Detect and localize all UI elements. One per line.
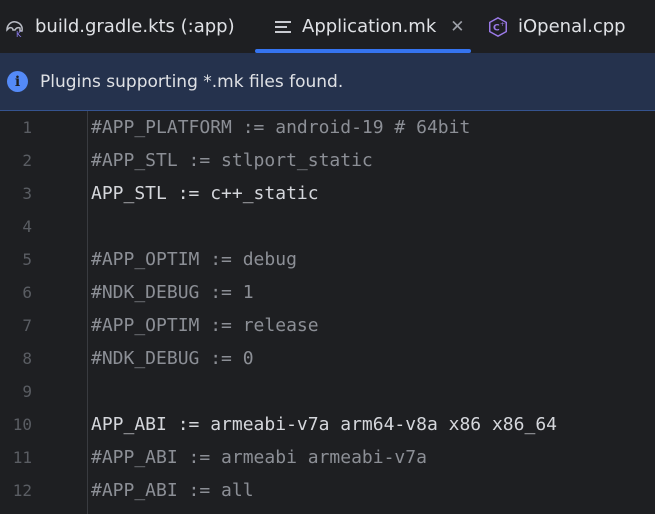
line-number: 7 (22, 316, 32, 335)
line-number: 2 (22, 151, 32, 170)
line-number: 9 (22, 382, 32, 401)
tab-label: iOpenal.cpp (518, 16, 626, 37)
svg-text:K: K (16, 30, 22, 38)
editor-tab-bar: K build.gradle.kts (:app) Application.mk… (0, 0, 655, 53)
line-number: 3 (22, 184, 32, 203)
banner-text: Plugins supporting *.mk files found. (40, 71, 344, 92)
info-icon: i (7, 71, 28, 92)
code-text: #NDK_DEBUG := 0 (91, 348, 254, 369)
cpp-file-icon: C + (487, 16, 509, 38)
code-text: #APP_OPTIM := debug (91, 249, 297, 270)
tab-iopenal-cpp[interactable]: C + iOpenal.cpp (487, 0, 626, 53)
tab-label: build.gradle.kts (:app) (35, 16, 235, 37)
code-line[interactable]: 7 #APP_OPTIM := release (0, 309, 655, 342)
line-number: 6 (22, 283, 32, 302)
line-number: 11 (12, 448, 32, 467)
code-line[interactable]: 3 APP_STL := c++_static (0, 177, 655, 210)
tab-label: Application.mk (302, 16, 437, 37)
gradle-elephant-icon: K (4, 16, 26, 38)
code-text: #APP_ABI := armeabi armeabi-v7a (91, 447, 427, 468)
plugin-notification-banner: i Plugins supporting *.mk files found. (0, 53, 655, 111)
code-line[interactable]: 9 (0, 375, 655, 408)
code-line[interactable]: 11 #APP_ABI := armeabi armeabi-v7a (0, 441, 655, 474)
code-text: #NDK_DEBUG := 1 (91, 282, 254, 303)
code-line[interactable]: 4 (0, 210, 655, 243)
line-number: 10 (12, 415, 32, 434)
line-number: 12 (12, 481, 32, 500)
code-text: APP_ABI := armeabi-v7a arm64-v8a x86 x86… (91, 414, 557, 435)
code-text: #APP_PLATFORM := android-19 # 64bit (91, 117, 471, 138)
code-line[interactable]: 8 #NDK_DEBUG := 0 (0, 342, 655, 375)
line-number: 8 (22, 349, 32, 368)
code-line[interactable]: 1 #APP_PLATFORM := android-19 # 64bit (0, 111, 655, 144)
line-number: 4 (22, 217, 32, 236)
text-lines-icon (273, 16, 293, 38)
close-icon[interactable]: ✕ (450, 17, 464, 37)
code-line[interactable]: 5 #APP_OPTIM := debug (0, 243, 655, 276)
code-text: #APP_ABI := all (91, 480, 254, 501)
code-text: #APP_OPTIM := release (91, 315, 319, 336)
tab-build-gradle[interactable]: K build.gradle.kts (:app) (4, 0, 235, 53)
svg-text:+: + (500, 20, 505, 28)
line-number: 5 (22, 250, 32, 269)
svg-text:C: C (493, 22, 500, 33)
code-line[interactable]: 2 #APP_STL := stlport_static (0, 144, 655, 177)
code-text: #APP_STL := stlport_static (91, 150, 373, 171)
code-line[interactable]: 6 #NDK_DEBUG := 1 (0, 276, 655, 309)
code-text: APP_STL := c++_static (91, 183, 319, 204)
code-editor[interactable]: 1 #APP_PLATFORM := android-19 # 64bit 2 #AP… (0, 111, 655, 514)
code-line[interactable]: 10 APP_ABI := armeabi-v7a arm64-v8a x86 x… (0, 408, 655, 441)
line-number: 1 (22, 118, 32, 137)
code-line[interactable]: 12 #APP_ABI := all (0, 474, 655, 507)
tab-application-mk[interactable]: Application.mk ✕ (255, 0, 471, 53)
